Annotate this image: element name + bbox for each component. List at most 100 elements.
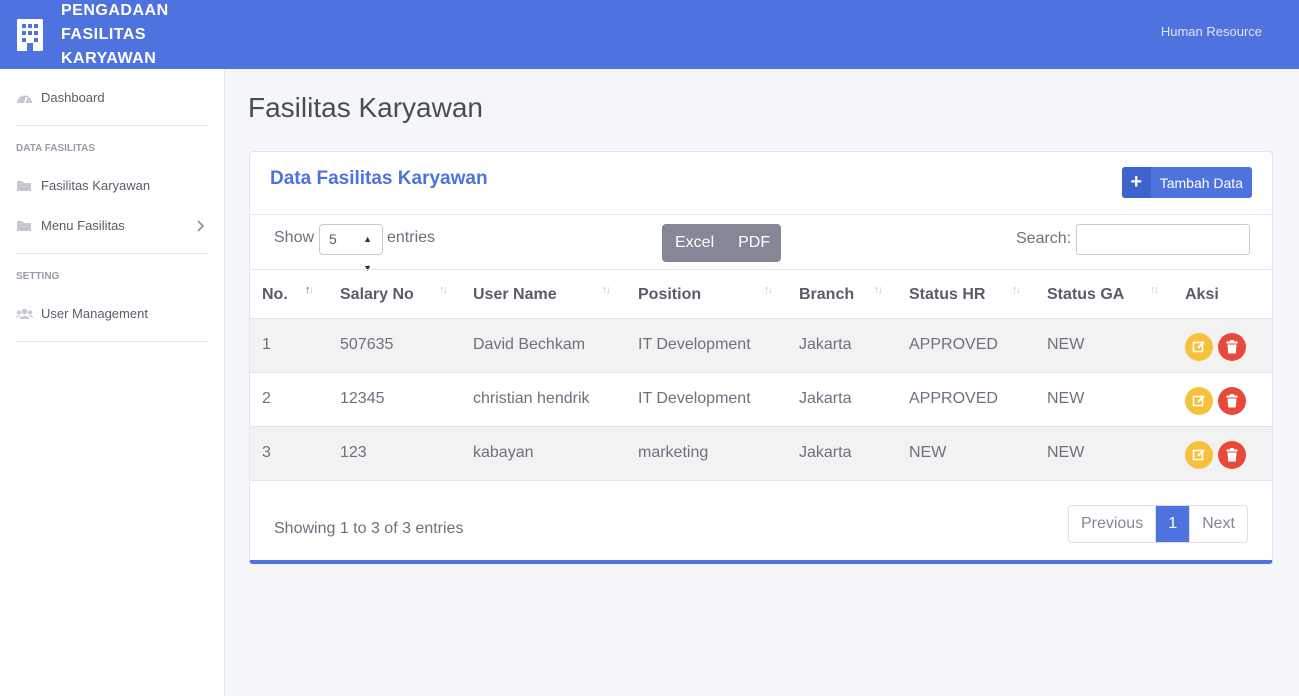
users-icon xyxy=(16,308,33,319)
table-info: Showing 1 to 3 of 3 entries xyxy=(274,520,464,537)
add-data-button[interactable]: + Tambah Data xyxy=(1121,167,1252,198)
cell-status-ga: NEW xyxy=(1047,390,1085,407)
delete-button[interactable] xyxy=(1218,387,1246,415)
chevron-right-icon xyxy=(197,220,204,232)
pagination: Previous 1 Next xyxy=(1067,505,1248,543)
edit-icon xyxy=(1192,395,1205,407)
cell-salary-no: 123 xyxy=(340,444,367,461)
cell-status-hr: NEW xyxy=(909,444,947,461)
cell-user-name: christian hendrik xyxy=(473,390,590,407)
delete-button[interactable] xyxy=(1218,441,1246,469)
next-page-button[interactable]: Next xyxy=(1189,506,1247,542)
sidebar-item-fasilitas-karyawan[interactable]: Fasilitas Karyawan xyxy=(16,178,208,193)
export-pdf-button[interactable]: PDF xyxy=(738,234,770,252)
entries-length-value: 5 xyxy=(329,231,337,247)
column-header-position[interactable]: Position xyxy=(638,286,701,304)
trash-icon xyxy=(1226,448,1238,462)
topbar: PENGADAAN FASILITAS KARYAWAN Human Resou… xyxy=(0,0,1299,69)
table-row: 1 507635 David Bechkam IT Development Ja… xyxy=(250,319,1272,373)
page-title: Fasilitas Karyawan xyxy=(248,92,483,123)
cell-position: IT Development xyxy=(638,336,751,353)
sidebar-item-user-management[interactable]: User Management xyxy=(16,306,208,321)
cell-status-ga: NEW xyxy=(1047,336,1085,353)
sidebar-heading-data: DATA FASILITAS xyxy=(16,143,96,154)
column-header-aksi: Aksi xyxy=(1185,286,1219,303)
brand-line-3: KARYAWAN xyxy=(61,49,157,67)
tachometer-icon xyxy=(17,95,32,103)
edit-icon xyxy=(1192,449,1205,461)
cell-branch: Jakarta xyxy=(799,336,852,353)
user-menu[interactable]: Human Resource xyxy=(1161,24,1262,39)
brand-name: PENGADAAN FASILITAS KARYAWAN xyxy=(61,0,181,71)
cell-position: IT Development xyxy=(638,390,751,407)
sort-icon[interactable]: ↑↓ xyxy=(602,284,611,296)
edit-button[interactable] xyxy=(1185,333,1213,361)
sort-icon[interactable]: ↑↓ xyxy=(1012,284,1021,296)
cell-salary-no: 12345 xyxy=(340,390,385,407)
export-excel-button[interactable]: Excel xyxy=(675,234,714,252)
sidebar-item-label: Menu Fasilitas xyxy=(41,218,125,233)
card-header: Data Fasilitas Karyawan + Tambah Data xyxy=(250,152,1272,215)
edit-button[interactable] xyxy=(1185,387,1213,415)
building-icon xyxy=(17,18,43,51)
edit-button[interactable] xyxy=(1185,441,1213,469)
show-label: Show xyxy=(274,229,315,246)
cell-status-hr: APPROVED xyxy=(909,390,998,407)
column-header-branch[interactable]: Branch xyxy=(799,286,854,304)
sidebar-divider xyxy=(16,341,208,342)
table-row: 3 123 kabayan marketing Jakarta NEW NEW xyxy=(250,427,1272,481)
plus-icon: + xyxy=(1121,167,1151,198)
sort-icon[interactable]: ↑↓ xyxy=(1150,284,1159,296)
sort-asc-icon[interactable]: ↑↓ xyxy=(305,284,314,296)
cell-salary-no: 507635 xyxy=(340,336,394,353)
sidebar-item-label: User Management xyxy=(41,306,148,321)
export-button-group: Excel PDF xyxy=(662,224,781,262)
cell-branch: Jakarta xyxy=(799,444,852,461)
page-1-button[interactable]: 1 xyxy=(1156,506,1190,542)
sidebar-divider xyxy=(16,253,208,254)
cell-user-name: David Bechkam xyxy=(473,336,586,353)
column-header-status-hr[interactable]: Status HR xyxy=(909,286,985,304)
column-header-no[interactable]: No. xyxy=(262,286,288,304)
sidebar: Dashboard DATA FASILITAS Fasilitas Karya… xyxy=(0,69,225,696)
card-title: Data Fasilitas Karyawan xyxy=(270,168,488,189)
add-data-label: Tambah Data xyxy=(1159,174,1243,191)
cell-no: 3 xyxy=(262,444,271,461)
brand[interactable]: PENGADAAN FASILITAS KARYAWAN xyxy=(16,0,181,69)
sidebar-heading-setting: SETTING xyxy=(16,271,60,282)
previous-page-button[interactable]: Previous xyxy=(1068,506,1157,542)
column-header-salary-no[interactable]: Salary No xyxy=(340,286,414,304)
column-header-user-name[interactable]: User Name xyxy=(473,286,557,304)
brand-line-1: PENGADAAN xyxy=(61,1,169,19)
table-row: 2 12345 christian hendrik IT Development… xyxy=(250,373,1272,427)
data-card: Data Fasilitas Karyawan + Tambah Data Sh… xyxy=(249,151,1273,564)
trash-icon xyxy=(1226,394,1238,408)
entries-length-select[interactable]: 5 ▲ ▼ xyxy=(319,224,383,273)
trash-icon xyxy=(1226,340,1238,354)
search-label: Search: xyxy=(1016,230,1072,247)
delete-button[interactable] xyxy=(1218,333,1246,361)
edit-icon xyxy=(1192,341,1205,353)
table-header: No. ↑↓ Salary No ↑↓ User Name ↑↓ Positio… xyxy=(250,269,1272,319)
sort-icon[interactable]: ↑↓ xyxy=(764,284,773,296)
cell-no: 2 xyxy=(262,390,271,407)
sidebar-item-label: Fasilitas Karyawan xyxy=(41,178,151,193)
search-input[interactable] xyxy=(1076,224,1250,255)
sidebar-item-label: Dashboard xyxy=(41,90,105,105)
entries-label: entries xyxy=(387,229,436,246)
cell-user-name: kabayan xyxy=(473,444,534,461)
cell-status-hr: APPROVED xyxy=(909,336,998,353)
cell-status-ga: NEW xyxy=(1047,444,1085,461)
cell-no: 1 xyxy=(262,336,271,353)
folder-icon xyxy=(17,180,31,191)
sort-icon[interactable]: ↑↓ xyxy=(874,284,883,296)
cell-branch: Jakarta xyxy=(799,390,852,407)
sidebar-item-dashboard[interactable]: Dashboard xyxy=(16,90,208,105)
sidebar-divider xyxy=(16,125,208,126)
sort-icon[interactable]: ↑↓ xyxy=(439,284,448,296)
sidebar-item-menu-fasilitas[interactable]: Menu Fasilitas xyxy=(16,218,208,233)
folder-icon xyxy=(17,220,31,231)
column-header-status-ga[interactable]: Status GA xyxy=(1047,286,1124,304)
brand-line-2: FASILITAS xyxy=(61,25,147,43)
cell-position: marketing xyxy=(638,444,709,461)
